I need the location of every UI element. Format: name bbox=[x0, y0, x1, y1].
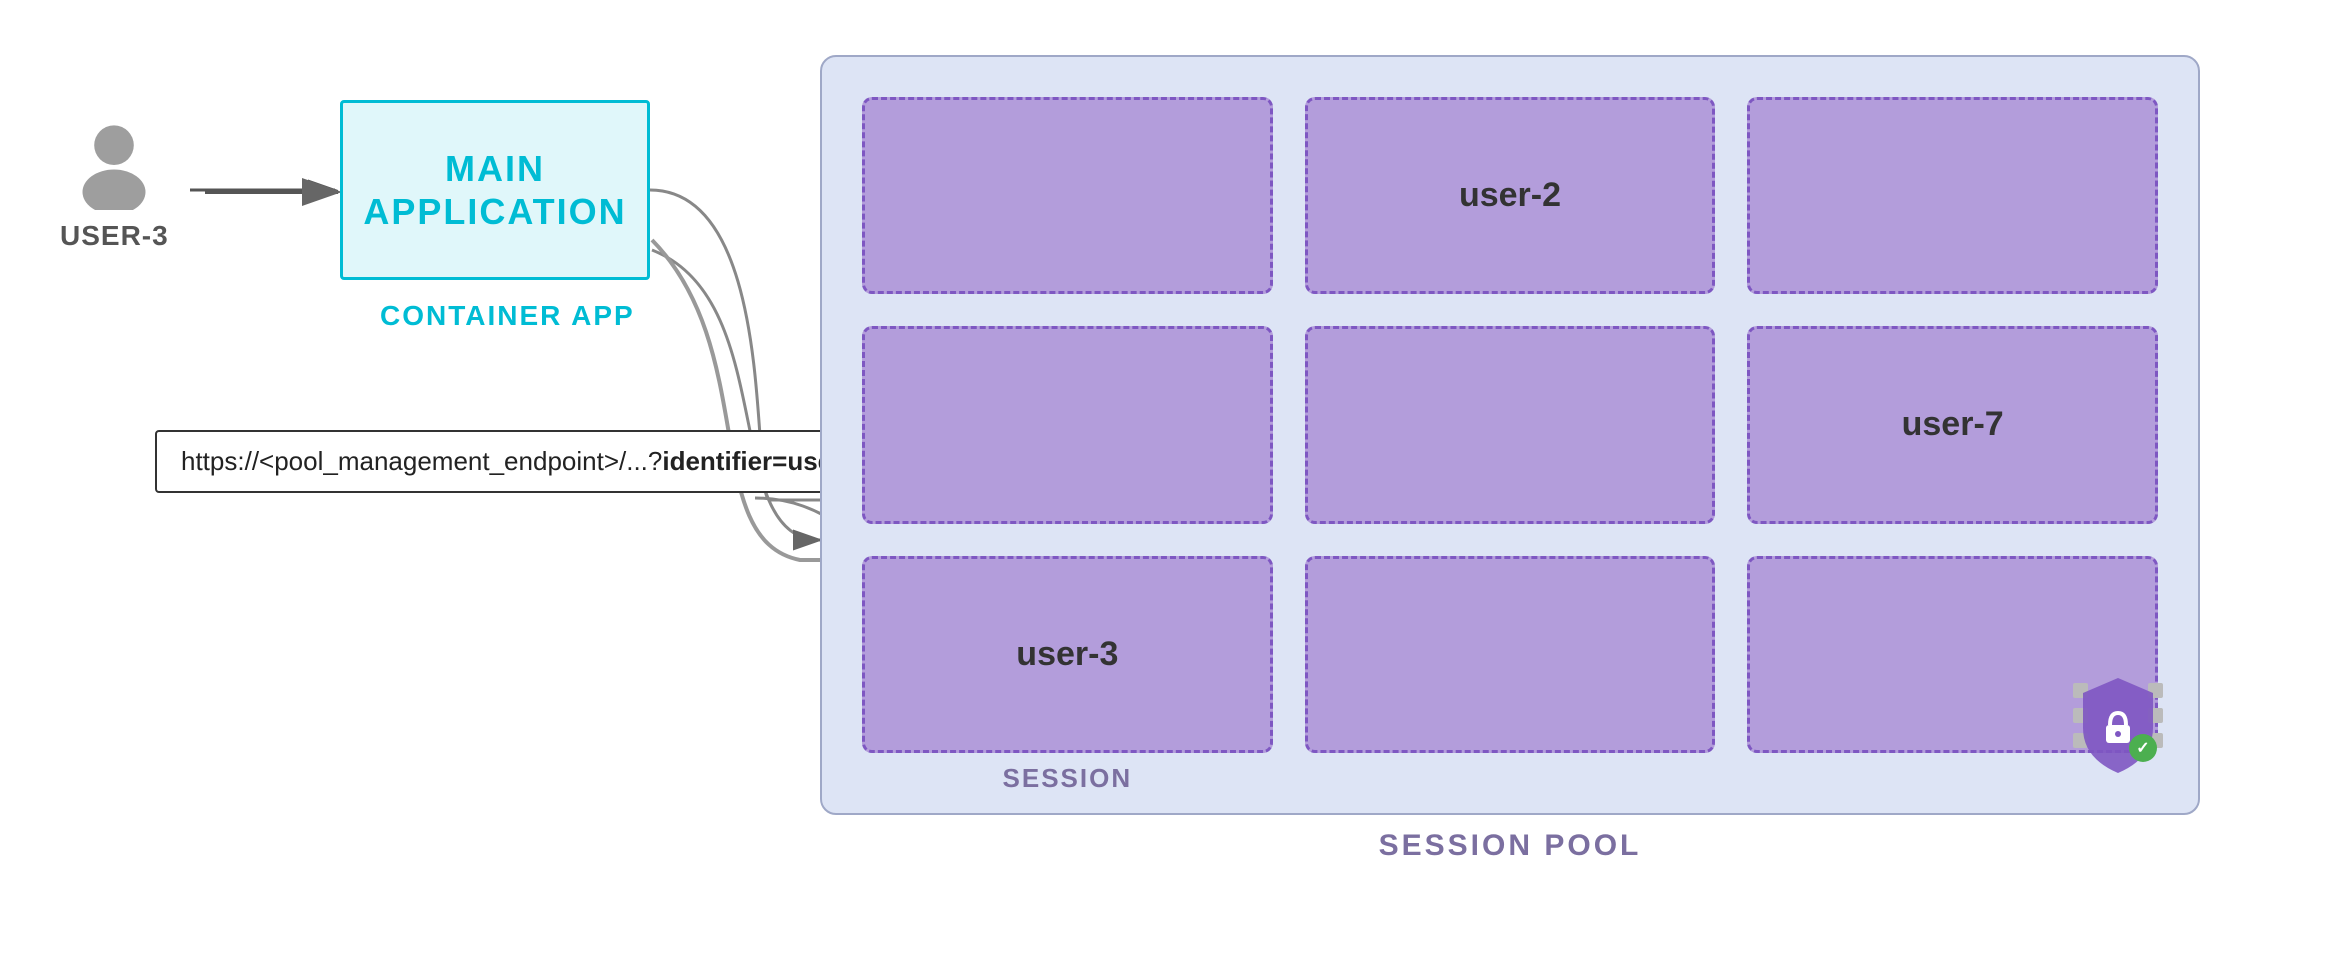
url-prefix: https://<pool_management_endpoint>/...? bbox=[181, 446, 662, 476]
session-pool-label: SESSION POOL bbox=[1379, 829, 1642, 863]
session-cell-4 bbox=[862, 326, 1273, 523]
session-cell-1 bbox=[862, 97, 1273, 294]
session-pool: user-2 user-7 user-3 SESSION SESSION POO… bbox=[820, 55, 2200, 815]
session-cell-2: user-2 bbox=[1305, 97, 1716, 294]
user-icon bbox=[69, 120, 159, 210]
url-box: https://<pool_management_endpoint>/...?i… bbox=[155, 430, 891, 493]
shield-icon: ✓ bbox=[2068, 673, 2168, 783]
session-cell-3 bbox=[1747, 97, 2158, 294]
session-cell-8 bbox=[1305, 556, 1716, 753]
session-cell-6: user-7 bbox=[1747, 326, 2158, 523]
main-app-box: MAIN APPLICATION bbox=[340, 100, 650, 280]
session-grid: user-2 user-7 user-3 SESSION bbox=[862, 97, 2158, 753]
main-app-label: MAIN APPLICATION bbox=[363, 147, 626, 233]
session-cell-user3: user-3 SESSION bbox=[862, 556, 1273, 753]
container-app-label: CONTAINER APP bbox=[380, 300, 635, 332]
user-figure: USER-3 bbox=[60, 120, 169, 252]
user-label: USER-3 bbox=[60, 220, 169, 252]
diagram: USER-3 MAIN APPLICATION CONTAINER APP ht… bbox=[0, 0, 2332, 972]
svg-text:✓: ✓ bbox=[2136, 740, 2149, 757]
session-label: SESSION bbox=[1003, 763, 1133, 794]
session-cell-5 bbox=[1305, 326, 1716, 523]
